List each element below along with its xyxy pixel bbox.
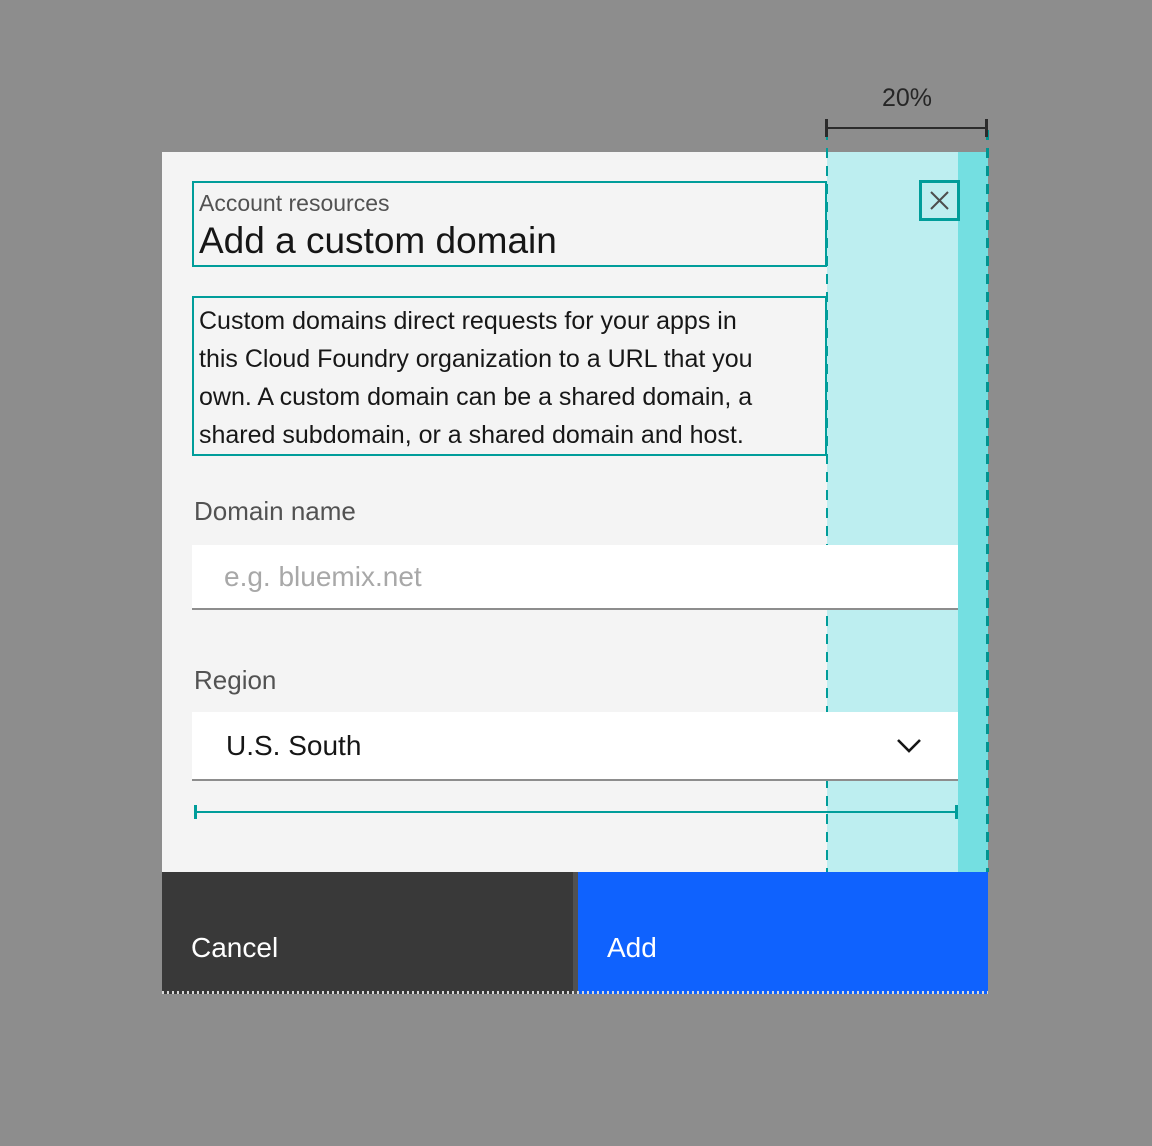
bracket-tick-right (985, 119, 988, 137)
spec-canvas: Account resources Add a custom domain Cu… (0, 0, 1152, 1146)
description-line: shared subdomain, or a shared domain and… (199, 416, 825, 454)
domain-name-input[interactable] (192, 545, 958, 610)
cancel-button[interactable]: Cancel (162, 872, 573, 994)
close-icon (928, 189, 951, 212)
modal-eyebrow-label: Account resources (199, 190, 825, 217)
description-line: Custom domains direct requests for your … (199, 302, 825, 340)
bracket-tick-left (825, 119, 828, 137)
modal-bottom-dotted-guide (162, 991, 988, 994)
region-label: Region (194, 665, 276, 695)
add-button[interactable]: Add (578, 872, 988, 994)
margin-guide-line-right (986, 130, 989, 872)
description-line: own. A custom domain can be a shared dom… (199, 378, 825, 416)
margin-measure-bracket (826, 127, 988, 129)
close-button[interactable] (919, 180, 960, 221)
chevron-down-icon (896, 738, 922, 754)
modal-title: Add a custom domain (199, 218, 825, 263)
description-line: this Cloud Foundry organization to a URL… (199, 340, 825, 378)
header-annotation-box: Account resources Add a custom domain (192, 181, 827, 267)
region-select[interactable]: U.S. South (192, 712, 958, 781)
content-width-measure-line (194, 805, 958, 819)
description-annotation-box: Custom domains direct requests for your … (192, 296, 827, 456)
domain-name-label: Domain name (194, 496, 356, 526)
region-select-value: U.S. South (226, 730, 361, 762)
margin-percent-label: 20% (826, 84, 988, 113)
margin-overlay-dark (958, 152, 988, 872)
